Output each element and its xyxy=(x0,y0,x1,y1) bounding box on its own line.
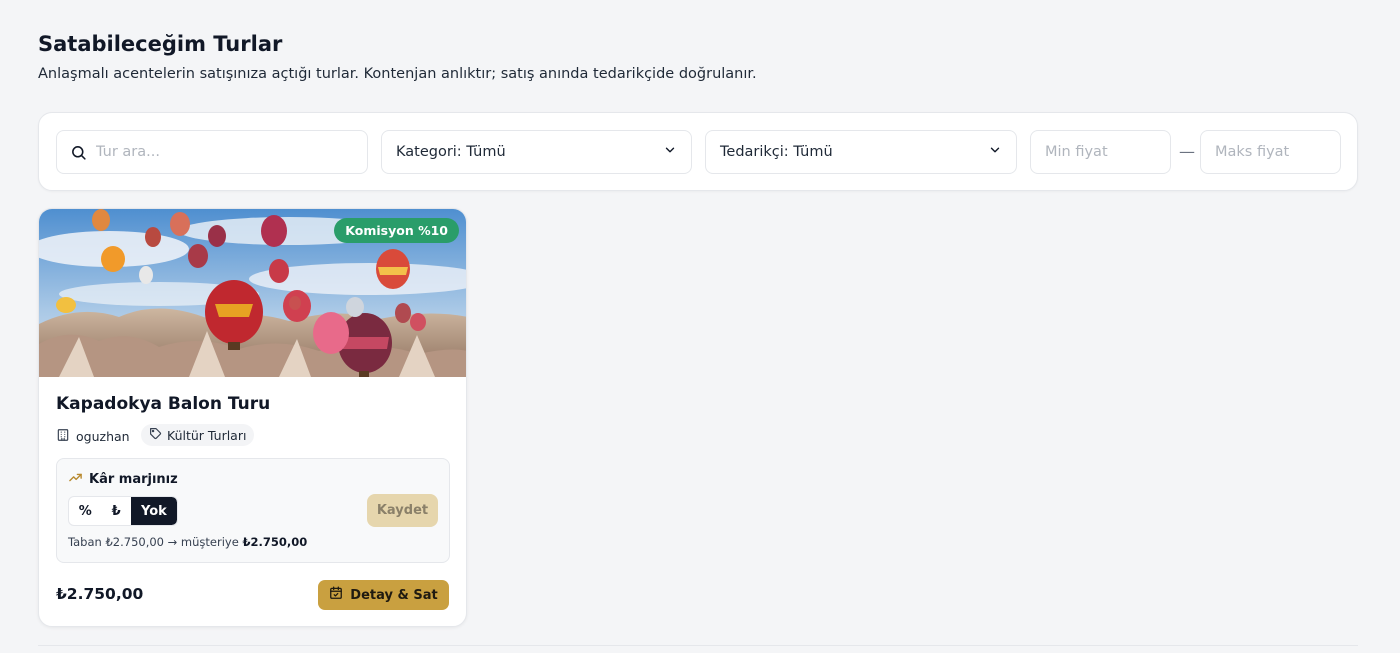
tour-card[interactable]: Komisyon %10 Kapadokya Balon Turu oguzha… xyxy=(38,208,467,627)
profit-margin-panel: Kâr marjınız % ₺ Yok Kaydet Taban ₺2.750… xyxy=(56,458,450,563)
chevron-down-icon xyxy=(988,143,1002,161)
max-price-field[interactable] xyxy=(1200,130,1341,174)
trending-up-icon xyxy=(68,470,89,489)
min-price-input[interactable] xyxy=(1045,144,1156,160)
supplier-select-label: Tedarikçi: Tümü xyxy=(720,144,833,160)
chevron-down-icon xyxy=(663,143,677,161)
tag-icon xyxy=(149,427,167,443)
building-icon xyxy=(56,428,76,445)
margin-option-percent[interactable]: % xyxy=(69,497,101,525)
category-select[interactable]: Kategori: Tümü xyxy=(381,130,692,174)
min-price-field[interactable] xyxy=(1030,130,1171,174)
margin-heading-label: Kâr marjınız xyxy=(89,472,178,487)
detail-and-sell-button[interactable]: Detay & Sat xyxy=(318,580,449,610)
search-box[interactable] xyxy=(56,130,368,174)
calendar-icon xyxy=(329,586,350,604)
search-icon xyxy=(70,144,87,161)
supplier-select[interactable]: Tedarikçi: Tümü xyxy=(705,130,1017,174)
tour-price: ₺2.750,00 xyxy=(56,585,144,603)
category-select-label: Kategori: Tümü xyxy=(396,144,506,160)
tour-image[interactable]: Komisyon %10 xyxy=(39,209,466,377)
filter-bar: Kategori: Tümü Tedarikçi: Tümü — xyxy=(38,112,1358,191)
tour-title[interactable]: Kapadokya Balon Turu xyxy=(56,394,270,414)
detail-and-sell-label: Detay & Sat xyxy=(350,587,438,603)
price-range-separator: — xyxy=(1179,142,1195,161)
category-label: Kültür Turları xyxy=(167,427,247,443)
margin-note: Taban ₺2.750,00 → müşteriye ₺2.750,00 xyxy=(68,535,307,549)
commission-badge: Komisyon %10 xyxy=(334,218,459,243)
page-subtitle: Anlaşmalı acentelerin satışınıza açtığı … xyxy=(38,66,757,82)
save-margin-button[interactable]: Kaydet xyxy=(367,494,438,527)
margin-type-toggle: % ₺ Yok xyxy=(68,496,178,526)
margin-option-none[interactable]: Yok xyxy=(130,497,177,525)
margin-option-amount[interactable]: ₺ xyxy=(101,497,130,525)
supplier-info: oguzhan xyxy=(56,426,130,446)
divider xyxy=(38,645,1358,646)
margin-note-prefix: Taban ₺2.750,00 → müşteriye xyxy=(68,535,239,549)
customer-price: ₺2.750,00 xyxy=(242,535,308,549)
category-tag: Kültür Turları xyxy=(141,424,255,446)
search-input[interactable] xyxy=(96,144,367,160)
page-title: Satabileceğim Turlar xyxy=(38,32,283,56)
margin-heading: Kâr marjınız xyxy=(68,470,178,489)
max-price-input[interactable] xyxy=(1215,144,1326,160)
supplier-name: oguzhan xyxy=(76,428,130,444)
